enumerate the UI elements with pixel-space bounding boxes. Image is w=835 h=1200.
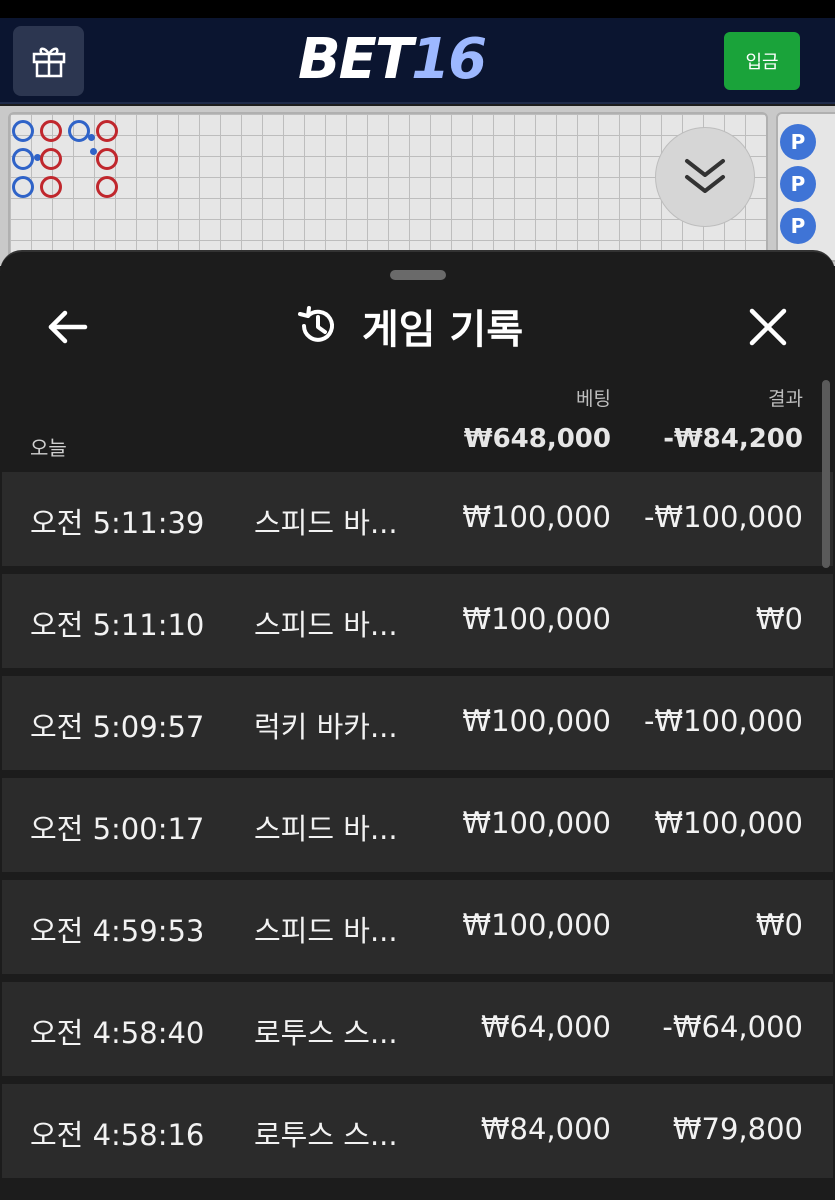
row-bet: ₩100,000 <box>462 500 611 534</box>
history-row[interactable]: 오전 4:58:40 로투스 스... ₩64,000 -₩64,000 <box>2 982 833 1076</box>
road-marker <box>68 120 90 142</box>
app-header: BET16 입금 <box>0 18 835 104</box>
row-result: ₩0 <box>755 908 803 942</box>
game-history-sheet: 게임 기록 베팅 결과 오늘 ₩648,000 -₩84,200 오전 5:11… <box>0 250 835 1200</box>
row-game: 로투스 스... <box>254 1016 398 1050</box>
gift-icon <box>32 47 65 78</box>
row-game: 럭키 바카... <box>254 710 398 744</box>
row-time: 오전 4:58:40 <box>30 1016 205 1050</box>
side-road: P P P <box>776 112 835 262</box>
road-dot <box>88 134 95 141</box>
row-game: 스피드 바... <box>254 608 398 642</box>
chevron-double-down-icon <box>685 159 725 193</box>
row-bet: ₩64,000 <box>480 1010 611 1044</box>
history-row[interactable]: 오전 5:00:17 스피드 바... ₩100,000 ₩100,000 <box>2 778 833 872</box>
total-bet: ₩648,000 <box>463 424 611 454</box>
row-game: 로투스 스... <box>254 1118 398 1152</box>
row-bet: ₩100,000 <box>462 704 611 738</box>
history-icon <box>298 306 334 342</box>
row-time: 오전 5:00:17 <box>30 812 205 846</box>
row-result: ₩79,800 <box>672 1112 803 1146</box>
collapse-button[interactable] <box>655 127 755 227</box>
history-row[interactable]: 오전 5:11:10 스피드 바... ₩100,000 ₩0 <box>2 574 833 668</box>
row-result: -₩64,000 <box>662 1010 803 1044</box>
close-icon <box>749 308 787 346</box>
close-button[interactable] <box>740 300 796 354</box>
road-marker <box>40 148 62 170</box>
today-label: 오늘 <box>30 436 67 460</box>
road-marker <box>96 148 118 170</box>
player-chip: P <box>780 208 816 244</box>
row-time: 오전 5:09:57 <box>30 710 205 744</box>
bead-road-grid <box>8 112 768 262</box>
row-bet: ₩100,000 <box>462 602 611 636</box>
row-bet: ₩100,000 <box>462 908 611 942</box>
row-game: 스피드 바... <box>254 914 398 948</box>
sheet-title: 게임 기록 <box>296 298 523 354</box>
history-row[interactable]: 오전 4:59:53 스피드 바... ₩100,000 ₩0 <box>2 880 833 974</box>
player-chip: P <box>780 166 816 202</box>
status-bar <box>0 0 835 18</box>
deposit-button[interactable]: 입금 <box>724 32 800 90</box>
history-list: 오전 5:11:39 스피드 바... ₩100,000 -₩100,000 오… <box>2 472 833 1186</box>
row-bet: ₩84,000 <box>480 1112 611 1146</box>
list-scrollbar[interactable] <box>822 380 830 568</box>
sheet-title-text: 게임 기록 <box>362 307 524 353</box>
row-bet: ₩100,000 <box>462 806 611 840</box>
history-row[interactable]: 오전 4:58:16 로투스 스... ₩84,000 ₩79,800 <box>2 1084 833 1178</box>
row-game: 스피드 바... <box>254 812 398 846</box>
row-time: 오전 4:58:16 <box>30 1118 205 1152</box>
player-chip: P <box>780 124 816 160</box>
back-button[interactable] <box>40 302 96 352</box>
sheet-drag-handle[interactable] <box>390 270 446 280</box>
road-marker <box>96 176 118 198</box>
road-marker <box>12 120 34 142</box>
road-marker <box>12 176 34 198</box>
total-result: -₩84,200 <box>663 424 803 454</box>
row-result: -₩100,000 <box>643 704 803 738</box>
history-row[interactable]: 오전 5:09:57 럭키 바카... ₩100,000 -₩100,000 <box>2 676 833 770</box>
row-result: ₩0 <box>755 602 803 636</box>
row-game: 스피드 바... <box>254 506 398 540</box>
column-header-bet: 베팅 <box>576 388 611 410</box>
road-marker <box>40 176 62 198</box>
row-result: -₩100,000 <box>643 500 803 534</box>
road-marker <box>96 120 118 142</box>
column-header-result: 결과 <box>768 388 803 410</box>
road-marker <box>40 120 62 142</box>
row-time: 오전 5:11:39 <box>30 506 205 540</box>
arrow-left-icon <box>48 310 88 344</box>
bet16-logo[interactable]: BET16 <box>298 28 487 92</box>
gift-button[interactable] <box>13 26 84 96</box>
row-result: ₩100,000 <box>654 806 803 840</box>
road-marker <box>12 148 34 170</box>
row-time: 오전 5:11:10 <box>30 608 205 642</box>
row-time: 오전 4:59:53 <box>30 914 205 948</box>
history-row[interactable]: 오전 5:11:39 스피드 바... ₩100,000 -₩100,000 <box>2 472 833 566</box>
